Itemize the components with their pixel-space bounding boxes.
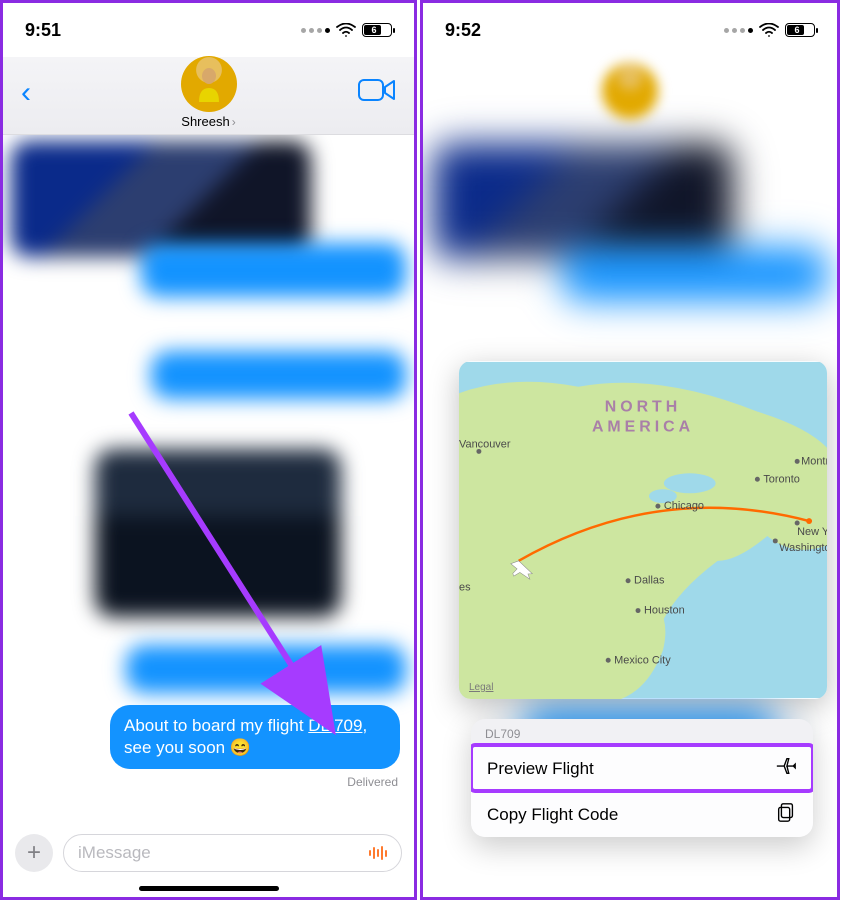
airplane-icon	[775, 755, 797, 782]
battery-icon: 6	[785, 23, 815, 37]
cellular-icon	[301, 28, 330, 33]
conversation-header: ‹ Shreesh›	[3, 57, 414, 135]
svg-text:Dallas: Dallas	[634, 575, 665, 587]
menu-item-label: Preview Flight	[487, 759, 594, 779]
message-input[interactable]: iMessage	[63, 834, 402, 872]
apps-button[interactable]: +	[15, 834, 53, 872]
status-bar: 9:51 6	[3, 3, 414, 57]
map-legal-link[interactable]: Legal	[469, 682, 493, 693]
svg-text:Houston: Houston	[644, 605, 685, 617]
svg-text:Mexico City: Mexico City	[614, 654, 671, 666]
avatar	[181, 56, 237, 112]
svg-text:es: es	[459, 582, 471, 594]
status-indicators: 6	[301, 23, 392, 37]
menu-item-label: Copy Flight Code	[487, 805, 618, 825]
svg-text:Toronto: Toronto	[763, 473, 799, 485]
svg-text:Washingto: Washingto	[779, 542, 827, 554]
avatar	[602, 63, 658, 119]
context-menu: DL709 Preview Flight Copy Flight Code	[471, 719, 813, 837]
svg-text:Chicago: Chicago	[664, 500, 704, 512]
svg-text:Vancouver: Vancouver	[459, 438, 511, 450]
copy-icon	[775, 801, 797, 828]
chevron-right-icon: ›	[232, 115, 236, 129]
continent-label: AMERICA	[592, 419, 694, 436]
phone-right: 9:52 6 NORTH AMERICA	[420, 0, 840, 900]
contact-name: Shreesh›	[181, 114, 235, 129]
battery-icon: 6	[362, 23, 392, 37]
home-indicator[interactable]	[560, 886, 700, 891]
phone-left: 9:51 6 ‹ Shreesh›	[0, 0, 417, 900]
flight-map-preview[interactable]: NORTH AMERICA Vancouver Chicago Toronto …	[459, 361, 827, 699]
message-placeholder: iMessage	[78, 843, 151, 863]
copy-flight-code-item[interactable]: Copy Flight Code	[471, 791, 813, 837]
wifi-icon	[336, 23, 356, 37]
compose-bar: + iMessage	[3, 829, 414, 877]
contact-info[interactable]: Shreesh›	[3, 56, 414, 129]
continent-label: NORTH	[605, 399, 681, 416]
home-indicator[interactable]	[139, 886, 279, 891]
status-indicators: 6	[724, 23, 815, 37]
wifi-icon	[759, 23, 779, 37]
svg-text:Montr: Montr	[801, 455, 827, 467]
status-bar: 9:52 6	[423, 3, 837, 57]
svg-text:New Yo: New Yo	[797, 526, 827, 538]
status-time: 9:52	[445, 20, 481, 41]
map-svg: NORTH AMERICA Vancouver Chicago Toronto …	[459, 361, 827, 699]
annotation-arrow	[123, 405, 343, 735]
preview-flight-item[interactable]: Preview Flight	[471, 745, 813, 791]
audio-message-icon[interactable]	[369, 846, 387, 860]
status-time: 9:51	[25, 20, 61, 41]
cellular-icon	[724, 28, 753, 33]
menu-header: DL709	[471, 719, 813, 745]
conversation-body: About to board my flight DL 709, see you…	[3, 135, 414, 899]
delivered-label: Delivered	[347, 775, 398, 789]
